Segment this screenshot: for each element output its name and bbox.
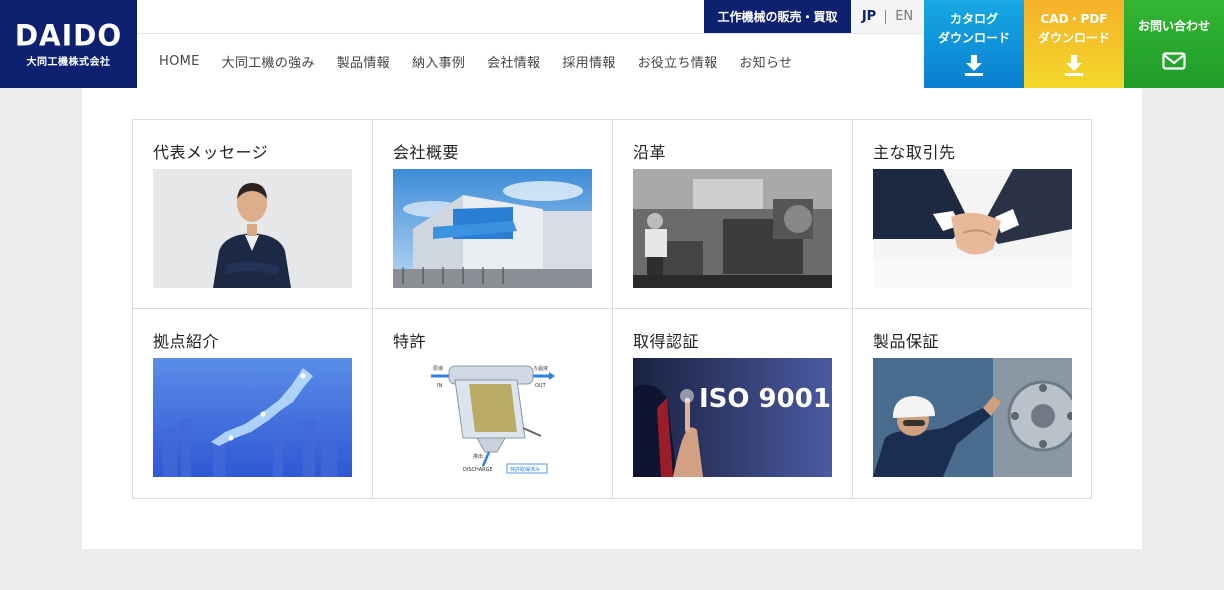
catalog-download-label: カタログ ダウンロード — [924, 0, 1024, 48]
card-title: 製品保証 — [873, 332, 940, 351]
download-icon — [965, 55, 983, 76]
cad-pdf-download-button[interactable]: CAD・PDF ダウンロード — [1024, 0, 1124, 88]
ceo-portrait-image — [153, 169, 352, 288]
iso-certification-image: ISO 9001 — [633, 358, 832, 477]
mail-icon — [1162, 52, 1186, 70]
catalog-label-line2: ダウンロード — [937, 31, 1010, 45]
patent-label-in-en: IN — [437, 383, 442, 389]
engineer-inspection-image — [873, 358, 1072, 477]
download-icon — [1065, 55, 1083, 76]
catalog-download-button[interactable]: カタログ ダウンロード — [924, 0, 1024, 88]
card-title: 特許 — [393, 332, 427, 351]
contact-label: お問い合わせ — [1137, 19, 1210, 33]
company-building-image — [393, 169, 592, 288]
nav-cases[interactable]: 納入事例 — [412, 52, 465, 71]
cad-label-line1: CAD・PDF — [1040, 12, 1108, 26]
catalog-label-line1: カタログ — [949, 12, 998, 26]
japan-map-image — [153, 358, 352, 477]
used-machine-link[interactable]: 工作機械の販売・買取 — [704, 0, 851, 33]
patent-label-out-en: OUT — [535, 383, 547, 389]
card-certifications[interactable]: 取得認証 ISO 9001 — [613, 309, 853, 498]
card-ceo-message[interactable]: 代表メッセージ — [133, 120, 373, 309]
handshake-image — [873, 169, 1072, 288]
card-title: 拠点紹介 — [153, 332, 220, 351]
patent-filter-diagram: 原液 IN ろ過液 OUT 排出 DISCHARGE 特許取得済み — [393, 358, 592, 477]
history-photo-image — [633, 169, 832, 288]
card-title: 代表メッセージ — [153, 143, 269, 162]
global-nav: HOME 大同工機の強み 製品情報 納入事例 会社情報 採用情報 お役立ち情報 … — [137, 33, 924, 88]
site-logo[interactable]: DAIDO 大同工機株式会社 — [0, 0, 137, 88]
nav-strengths[interactable]: 大同工機の強み — [222, 52, 315, 71]
utility-bar: 工作機械の販売・買取 JP EN — [704, 0, 924, 33]
card-company-overview[interactable]: 会社概要 — [373, 120, 613, 309]
patent-label-out: ろ過液 — [533, 365, 548, 372]
cad-label-line2: ダウンロード — [1037, 31, 1110, 45]
logo-wordmark: DAIDO — [14, 17, 123, 53]
cad-download-label: CAD・PDF ダウンロード — [1024, 0, 1124, 48]
card-history[interactable]: 沿革 — [613, 120, 853, 309]
patent-label-discharge: DISCHARGE — [463, 467, 493, 473]
card-title: 取得認証 — [633, 332, 700, 351]
lang-jp-link[interactable]: JP — [853, 9, 885, 24]
patent-label-drain: 排出 — [473, 453, 483, 460]
patent-label-in: 原液 — [433, 365, 443, 372]
logo-company-name: 大同工機株式会社 — [26, 56, 111, 68]
contact-button[interactable]: お問い合わせ — [1124, 0, 1224, 88]
card-product-warranty[interactable]: 製品保証 — [853, 309, 1093, 498]
nav-home[interactable]: HOME — [159, 54, 200, 69]
card-title: 会社概要 — [393, 143, 460, 162]
nav-useful-info[interactable]: お役立ち情報 — [638, 52, 718, 71]
card-title: 主な取引先 — [873, 143, 956, 162]
company-card-grid: 代表メッセージ 会社概要 沿革 主な取引先 拠点紹介 特許 原液 IN ろ過液 … — [132, 119, 1093, 499]
lang-en-link[interactable]: EN — [886, 9, 922, 24]
iso-9001-text: ISO 9001 — [699, 384, 831, 414]
card-patents[interactable]: 特許 原液 IN ろ過液 OUT 排出 DISCHARGE 特許取得済み — [373, 309, 613, 498]
card-main-clients[interactable]: 主な取引先 — [853, 120, 1093, 309]
nav-company[interactable]: 会社情報 — [487, 52, 540, 71]
nav-products[interactable]: 製品情報 — [337, 52, 390, 71]
patent-badge: 特許取得済み — [510, 466, 540, 473]
language-switcher: JP EN — [851, 0, 924, 33]
company-info-panel: 代表メッセージ 会社概要 沿革 主な取引先 拠点紹介 特許 原液 IN ろ過液 … — [82, 88, 1142, 549]
card-locations[interactable]: 拠点紹介 — [133, 309, 373, 498]
nav-news[interactable]: お知らせ — [739, 52, 792, 71]
nav-recruit[interactable]: 採用情報 — [562, 52, 615, 71]
site-header: DAIDO 大同工機株式会社 工作機械の販売・買取 JP EN HOME 大同工… — [0, 0, 1224, 88]
card-title: 沿革 — [633, 143, 667, 162]
